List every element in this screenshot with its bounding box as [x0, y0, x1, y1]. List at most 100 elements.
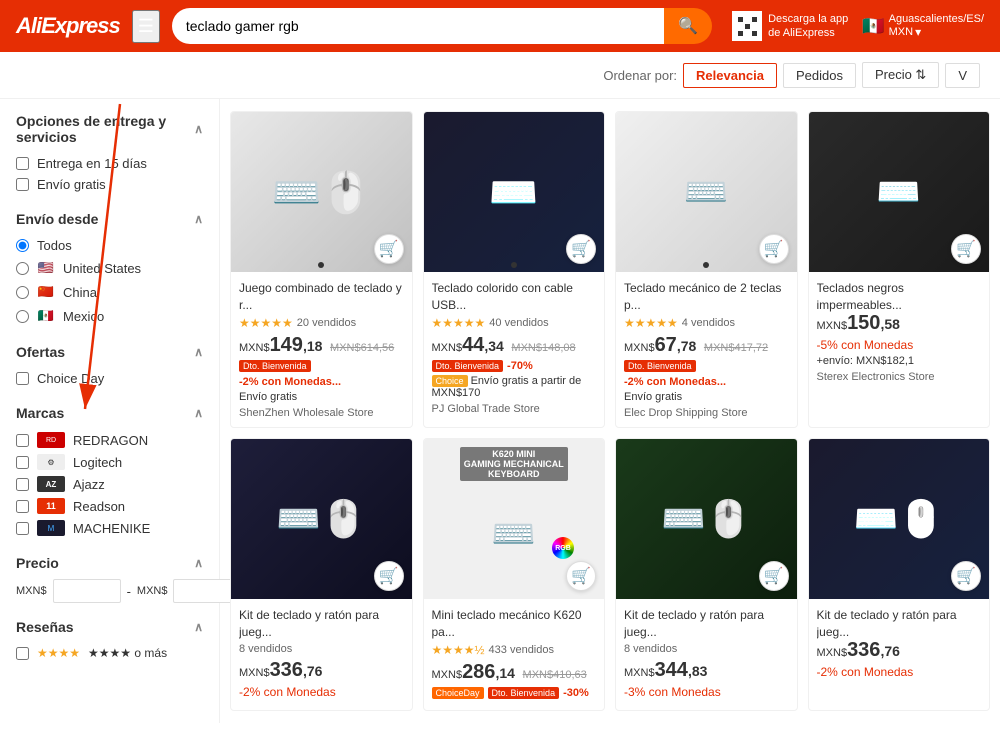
- brand-ajazz-checkbox[interactable]: [16, 478, 29, 491]
- offers-title: Ofertas ∧: [16, 344, 203, 360]
- add-cart-button-6[interactable]: 🛒: [566, 561, 596, 591]
- sort-orders[interactable]: Pedidos: [783, 63, 856, 88]
- product-title-4: Teclados negros impermeables...: [817, 280, 982, 312]
- sort-bar: Ordenar por: Relevancia Pedidos Precio ⇅…: [0, 52, 1000, 99]
- product-card-3[interactable]: ⌨️ 🛒 Teclado mecánico de 2 teclas p... ★…: [615, 111, 798, 428]
- brand-machenike[interactable]: M MACHENIKE: [16, 517, 203, 539]
- sort-relevance[interactable]: Relevancia: [683, 63, 777, 88]
- add-cart-button-3[interactable]: 🛒: [759, 234, 789, 264]
- product-rating-3: ★★★★★ 4 vendidos: [624, 316, 789, 330]
- brand-machenike-checkbox[interactable]: [16, 522, 29, 535]
- dot-indicator-2: [511, 262, 517, 268]
- badge-row-5: -2% con Monedas: [239, 685, 404, 699]
- badge-row-3: Dto. Bienvenida -2% con Monedas...: [624, 360, 789, 388]
- choice-badge: Choice: [432, 375, 468, 387]
- product-price-8: MXN$336,76: [817, 639, 982, 662]
- logitech-logo: ⚙: [37, 454, 65, 470]
- badge-row-6: ChoiceDay Dto. Bienvenida -30%: [432, 687, 597, 699]
- offer-choice-day[interactable]: Choice Day: [16, 368, 203, 389]
- ship-china-radio[interactable]: [16, 286, 29, 299]
- delivery-free-checkbox[interactable]: [16, 178, 29, 191]
- review-4stars[interactable]: ★★★★ ★★★★ o más: [16, 643, 203, 663]
- dot-indicator: [318, 262, 324, 268]
- delivery-free[interactable]: Envío gratis: [16, 174, 203, 195]
- machenike-logo: M: [37, 520, 65, 536]
- review-4stars-checkbox[interactable]: [16, 647, 29, 660]
- product-image-1: ⌨️🖱️ 🛒: [231, 112, 412, 272]
- chevron-up-icon-2[interactable]: ∧: [194, 212, 203, 226]
- product-image-4: ⌨️ 🛒: [809, 112, 990, 272]
- price-range: MXN$ - MXN$ OK: [16, 579, 203, 603]
- product-price-2: MXN$44,34 MXN$148,08: [432, 334, 597, 357]
- brand-redragon[interactable]: RD REDRAGON: [16, 429, 203, 451]
- product-title-7: Kit de teclado y ratón para jueg...: [624, 607, 789, 639]
- logo[interactable]: AliExpress: [16, 13, 120, 39]
- product-price-3: MXN$67,78 MXN$417,72: [624, 334, 789, 357]
- shipping-2: Choice Envío gratis a partir de MXN$170: [432, 375, 597, 399]
- brand-redragon-checkbox[interactable]: [16, 434, 29, 447]
- products-area: ⌨️🖱️ 🛒 Juego combinado de teclado y r...…: [220, 99, 1000, 723]
- product-info-1: Juego combinado de teclado y r... ★★★★★ …: [231, 272, 412, 427]
- ship-mexico[interactable]: 🇲🇽 Mexico: [16, 304, 203, 328]
- delivery-15-dias[interactable]: Entrega en 15 días: [16, 153, 203, 174]
- product-rating-6: ★★★★½ 433 vendidos: [432, 643, 597, 657]
- brand-logitech[interactable]: ⚙ Logitech: [16, 451, 203, 473]
- ship-todos[interactable]: Todos: [16, 235, 203, 256]
- badge-row-4: -5% con Monedas: [817, 338, 982, 352]
- ship-us-radio[interactable]: [16, 262, 29, 275]
- product-title-5: Kit de teclado y ratón para jueg...: [239, 607, 404, 639]
- app-text: Descarga la app de AliExpress: [768, 12, 848, 41]
- product-card-6[interactable]: K620 MINIGAMING MECHANICALKEYBOARD ⌨️ RG…: [423, 438, 606, 711]
- sort-price[interactable]: Precio ⇅: [862, 62, 939, 88]
- store-4: Sterex Electronics Store: [817, 371, 982, 383]
- ship-china[interactable]: 🇨🇳 China: [16, 280, 203, 304]
- ship-from-section: Envío desde ∧ Todos 🇺🇸 United States 🇨🇳 …: [16, 211, 203, 328]
- badge-row-2: Dto. Bienvenida -70%: [432, 360, 597, 372]
- product-card-4[interactable]: ⌨️ 🛒 Teclados negros impermeables... MXN…: [808, 111, 991, 428]
- price-min-input[interactable]: [53, 579, 121, 603]
- main-layout: Opciones de entrega y servicios ∧ Entreg…: [0, 99, 1000, 723]
- brand-logitech-checkbox[interactable]: [16, 456, 29, 469]
- product-card-2[interactable]: ⌨️ 🛒 Teclado colorido con cable USB... ★…: [423, 111, 606, 428]
- price-title: Precio ∧: [16, 555, 203, 571]
- product-image-8: ⌨️🖱️ 🛒: [809, 439, 990, 599]
- brand-readson-checkbox[interactable]: [16, 500, 29, 513]
- add-cart-button-2[interactable]: 🛒: [566, 234, 596, 264]
- sort-more[interactable]: V: [945, 63, 980, 88]
- choice-day-checkbox[interactable]: [16, 372, 29, 385]
- ship-mexico-radio[interactable]: [16, 310, 29, 323]
- add-cart-button-8[interactable]: 🛒: [951, 561, 981, 591]
- search-input[interactable]: [172, 8, 664, 44]
- add-cart-button-7[interactable]: 🛒: [759, 561, 789, 591]
- sort-label: Ordenar por:: [603, 68, 677, 83]
- product-image-7: ⌨️🖱️ 🛒: [616, 439, 797, 599]
- product-card-5[interactable]: ⌨️🖱️ 🛒 Kit de teclado y ratón para jueg.…: [230, 438, 413, 711]
- brand-readson[interactable]: 11 Readson: [16, 495, 203, 517]
- add-cart-button-1[interactable]: 🛒: [374, 234, 404, 264]
- product-title-1: Juego combinado de teclado y r...: [239, 280, 404, 312]
- chevron-up-icon-5[interactable]: ∧: [194, 556, 203, 570]
- ship-us[interactable]: 🇺🇸 United States: [16, 256, 203, 280]
- chevron-up-icon-4[interactable]: ∧: [194, 406, 203, 420]
- chevron-up-icon-6[interactable]: ∧: [194, 620, 203, 634]
- location[interactable]: 🇲🇽 Aguascalientes/ES/ MXN ▾: [862, 13, 984, 39]
- delivery-15-checkbox[interactable]: [16, 157, 29, 170]
- ajazz-logo: AZ: [37, 476, 65, 492]
- product-price-6: MXN$286,14 MXN$410,63: [432, 661, 597, 684]
- add-cart-button-5[interactable]: 🛒: [374, 561, 404, 591]
- add-cart-button-4[interactable]: 🛒: [951, 234, 981, 264]
- product-card-8[interactable]: ⌨️🖱️ 🛒 Kit de teclado y ratón para jueg.…: [808, 438, 991, 711]
- app-download[interactable]: Descarga la app de AliExpress: [732, 11, 848, 41]
- header: AliExpress ☰ 🔍 Descarga la app de AliExp…: [0, 0, 1000, 52]
- delivery-title: Opciones de entrega y servicios ∧: [16, 113, 203, 145]
- shipping-3: Envío gratis: [624, 391, 789, 403]
- product-card-7[interactable]: ⌨️🖱️ 🛒 Kit de teclado y ratón para jueg.…: [615, 438, 798, 711]
- product-card-1[interactable]: ⌨️🖱️ 🛒 Juego combinado de teclado y r...…: [230, 111, 413, 428]
- ship-todos-radio[interactable]: [16, 239, 29, 252]
- badge-row-8: -2% con Monedas: [817, 665, 982, 679]
- menu-button[interactable]: ☰: [132, 10, 160, 43]
- brand-ajazz[interactable]: AZ Ajazz: [16, 473, 203, 495]
- chevron-up-icon[interactable]: ∧: [194, 122, 203, 136]
- chevron-up-icon-3[interactable]: ∧: [194, 345, 203, 359]
- search-button[interactable]: 🔍: [664, 8, 712, 44]
